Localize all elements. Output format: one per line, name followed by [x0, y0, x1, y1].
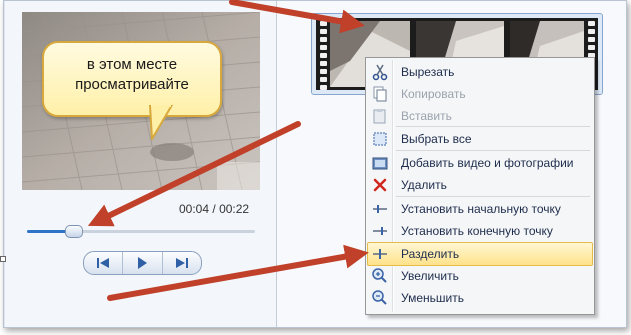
- menu-item-set-start-point[interactable]: Установить начальную точку: [368, 198, 592, 220]
- film-perforation: [320, 45, 327, 50]
- menu-item-select-all[interactable]: Выбрать все: [368, 128, 592, 150]
- context-menu: Вырезать Копировать Вставить Выбрать все Доб…: [365, 57, 595, 315]
- menu-item-label: Вырезать: [401, 65, 455, 79]
- menu-item-label: Разделить: [401, 247, 460, 261]
- film-perforation: [320, 61, 327, 66]
- split-icon: [371, 245, 389, 263]
- menu-item-scissors[interactable]: Вырезать: [368, 61, 592, 83]
- play-button[interactable]: [123, 252, 163, 274]
- select-all-icon: [371, 130, 389, 148]
- set-end-point-icon: [371, 222, 389, 240]
- film-perforation: [320, 85, 327, 90]
- delete-icon: [371, 176, 389, 194]
- previous-frame-button[interactable]: [84, 252, 124, 274]
- total-time: 00:22: [219, 202, 250, 216]
- time-display: 00:04 / 00:22: [179, 202, 249, 216]
- film-perforation: [588, 29, 595, 34]
- resize-marker: [0, 256, 6, 262]
- menu-item-split[interactable]: Разделить: [367, 242, 593, 266]
- play-icon: [138, 257, 148, 269]
- menu-item-label: Выбрать все: [401, 132, 472, 146]
- paste-icon: [371, 107, 389, 125]
- film-perforation: [320, 37, 327, 42]
- next-frame-button[interactable]: [163, 252, 201, 274]
- menu-item-label: Установить конечную точку: [401, 224, 553, 238]
- menu-item-label: Копировать: [401, 87, 466, 101]
- menu-item-label: Установить начальную точку: [401, 202, 561, 216]
- menu-item-delete[interactable]: Удалить: [368, 174, 592, 196]
- callout-bubble: в этом месте просматривайте: [42, 41, 222, 117]
- set-start-point-icon: [371, 200, 389, 218]
- zoom-in-icon: [371, 267, 389, 285]
- menu-item-label: Добавить видео и фотографии: [401, 156, 574, 170]
- seek-handle[interactable]: [64, 225, 83, 238]
- callout-line-2: просматривайте: [75, 76, 189, 93]
- current-time: 00:04: [179, 202, 210, 216]
- film-perforation: [320, 53, 327, 58]
- menu-item-set-end-point[interactable]: Установить конечную точку: [368, 220, 592, 242]
- menu-separator: [396, 196, 590, 197]
- copy-icon: [371, 85, 389, 103]
- menu-item-add-media[interactable]: Добавить видео и фотографии: [368, 152, 592, 174]
- preview-panel: в этом месте просматривайте 00:04 / 00:2…: [5, 1, 277, 327]
- menu-item-paste[interactable]: Вставить: [368, 105, 592, 127]
- menu-item-label: Удалить: [401, 178, 447, 192]
- film-perforation: [320, 21, 327, 26]
- menu-item-label: Уменьшить: [401, 291, 464, 305]
- scissors-icon: [371, 63, 389, 81]
- menu-item-zoom-in[interactable]: Увеличить: [368, 265, 592, 287]
- menu-item-label: Увеличить: [401, 269, 459, 283]
- zoom-out-icon: [371, 289, 389, 307]
- film-perforation: [588, 37, 595, 42]
- callout-line-1: в этом месте: [86, 56, 178, 73]
- playback-controls: [83, 251, 202, 275]
- add-media-icon: [371, 154, 389, 172]
- step-back-icon: [97, 258, 110, 268]
- time-separator: /: [212, 202, 216, 216]
- callout-tail: [149, 105, 173, 140]
- menu-item-copy[interactable]: Копировать: [368, 83, 592, 105]
- film-perforation: [588, 21, 595, 26]
- seek-bar[interactable]: [27, 225, 255, 238]
- menu-item-zoom-out[interactable]: Уменьшить: [368, 287, 592, 309]
- step-forward-icon: [175, 258, 188, 268]
- film-perforation: [588, 45, 595, 50]
- film-perforation: [320, 29, 327, 34]
- film-perforation: [320, 77, 327, 82]
- film-perforation: [320, 69, 327, 74]
- menu-separator: [396, 150, 590, 151]
- menu-item-label: Вставить: [401, 109, 452, 123]
